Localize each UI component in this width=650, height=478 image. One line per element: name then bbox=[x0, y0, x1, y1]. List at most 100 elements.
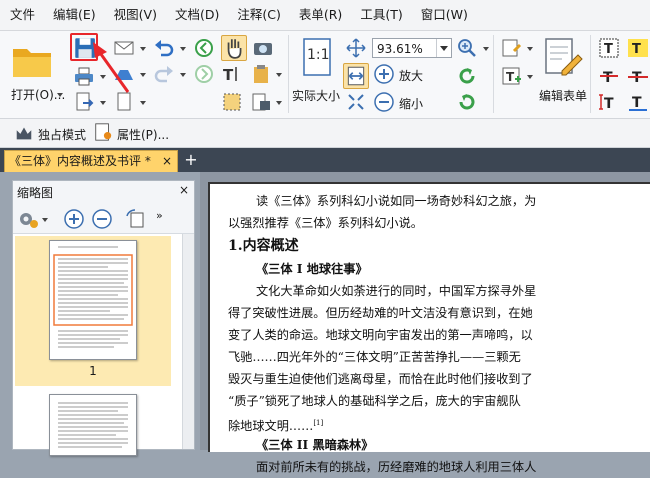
thumbnail-page-1[interactable]: 1 bbox=[15, 236, 171, 386]
edit-form-icon bbox=[545, 38, 583, 76]
zoom-in-button[interactable] bbox=[373, 63, 395, 85]
thumb-zoom-out-button[interactable] bbox=[91, 208, 113, 230]
page-thumbnail-image bbox=[49, 240, 137, 360]
form-field-dropdown-caret[interactable] bbox=[527, 47, 533, 51]
magnifier-icon bbox=[458, 39, 476, 57]
menu-document[interactable]: 文档(D) bbox=[166, 0, 228, 30]
rotate-left-button[interactable] bbox=[456, 65, 478, 87]
undo-dropdown-caret[interactable] bbox=[180, 47, 186, 51]
select-area-button[interactable] bbox=[221, 91, 243, 113]
panel-close-icon[interactable]: × bbox=[179, 183, 189, 197]
export-dropdown-caret[interactable] bbox=[100, 101, 106, 105]
menu-tools[interactable]: 工具(T) bbox=[351, 0, 411, 30]
thumbnail-options-button[interactable] bbox=[17, 208, 39, 230]
intro-line-2: 以强烈推荐《三体》系列科幻小说。 bbox=[228, 216, 423, 230]
undo-button[interactable] bbox=[153, 37, 175, 59]
prev-view-button[interactable] bbox=[193, 37, 215, 59]
print-button[interactable] bbox=[73, 65, 95, 87]
email-dropdown-caret[interactable] bbox=[140, 47, 146, 51]
zoom-select[interactable]: 93.61% bbox=[372, 38, 452, 58]
properties-label[interactable]: 属性(P)... bbox=[117, 126, 169, 143]
footnote-marker[interactable]: [1] bbox=[313, 419, 323, 427]
highlight-button[interactable]: T bbox=[626, 37, 648, 59]
new-tab-button[interactable]: + bbox=[182, 151, 200, 169]
zoom-in-label[interactable]: 放大 bbox=[399, 67, 423, 84]
form-field-button[interactable] bbox=[500, 37, 522, 59]
edit-form-button[interactable] bbox=[540, 35, 584, 79]
open-dropdown-caret[interactable] bbox=[57, 93, 63, 97]
snapshot-button[interactable] bbox=[252, 37, 274, 59]
properties-button[interactable] bbox=[93, 122, 113, 142]
document-tab[interactable]: 《三体》内容概述及书评 * × bbox=[4, 150, 178, 172]
actual-size-button[interactable]: 1:1 bbox=[300, 37, 336, 81]
document-tab-bar: 《三体》内容概述及书评 * × + bbox=[0, 148, 650, 172]
camera-icon bbox=[254, 43, 272, 55]
page-dropdown-caret[interactable] bbox=[140, 101, 146, 105]
page-icon bbox=[117, 92, 131, 111]
strikeout-button[interactable]: T bbox=[598, 65, 620, 87]
clipboard-button[interactable] bbox=[250, 63, 272, 85]
strikethrough-icon: T bbox=[628, 70, 648, 86]
text-field-dropdown-caret[interactable] bbox=[527, 75, 533, 79]
body-1-line-6: “质子”锁死了地球人的基础科学之后，庞大的宇宙舰队 bbox=[228, 394, 521, 408]
replace-text-button[interactable]: T bbox=[598, 91, 620, 113]
chevron-down-icon[interactable] bbox=[436, 39, 451, 57]
menu-form[interactable]: 表单(R) bbox=[290, 0, 351, 30]
strikethrough-button[interactable]: T bbox=[626, 65, 648, 87]
typewriter-icon bbox=[252, 93, 270, 111]
export-button[interactable] bbox=[73, 91, 95, 113]
body-1-line-7-text: 除地球文明…… bbox=[228, 419, 314, 434]
fit-width-button[interactable] bbox=[343, 63, 369, 89]
select-text-button[interactable]: T bbox=[221, 63, 243, 85]
fit-visible-button[interactable] bbox=[345, 91, 367, 113]
section-heading: 1.内容概述 bbox=[228, 238, 299, 254]
thumb-rotate-button[interactable] bbox=[125, 208, 147, 230]
typewriter-button[interactable] bbox=[250, 91, 272, 113]
print-dropdown-caret[interactable] bbox=[100, 75, 106, 79]
rotate-right-button[interactable] bbox=[456, 91, 478, 113]
svg-text:T: T bbox=[632, 42, 641, 57]
email-button[interactable] bbox=[113, 37, 135, 59]
more-chevron-icon[interactable]: » bbox=[156, 209, 163, 222]
highlight-text-icon: T bbox=[628, 39, 648, 57]
clipboard-dropdown-caret[interactable] bbox=[276, 73, 282, 77]
page-button[interactable] bbox=[113, 91, 135, 113]
menu-comment[interactable]: 注释(C) bbox=[228, 0, 289, 30]
redo-button[interactable] bbox=[153, 63, 175, 85]
magnifier-dropdown-caret[interactable] bbox=[483, 47, 489, 51]
magnifier-button[interactable] bbox=[456, 37, 478, 59]
typewriter-dropdown-caret[interactable] bbox=[276, 101, 282, 105]
thumbnail-text-lines bbox=[53, 246, 133, 348]
insert-text-button[interactable]: T bbox=[598, 37, 620, 59]
text-field-button[interactable]: T bbox=[500, 65, 522, 87]
page-thumbnail-image-2[interactable] bbox=[49, 394, 137, 456]
options-dropdown-caret[interactable] bbox=[42, 218, 48, 222]
document-tab-title: 《三体》内容概述及书评 * bbox=[9, 154, 151, 168]
menu-view[interactable]: 视图(V) bbox=[105, 0, 166, 30]
open-button[interactable] bbox=[10, 39, 54, 83]
save-button[interactable] bbox=[70, 33, 98, 61]
redo-dropdown-caret[interactable] bbox=[180, 73, 186, 77]
tab-close-icon[interactable]: × bbox=[162, 151, 172, 171]
next-view-button[interactable] bbox=[193, 63, 215, 85]
actual-size-label[interactable]: 实际大小 bbox=[292, 87, 340, 104]
underline-button[interactable]: T bbox=[626, 91, 648, 113]
cloud-button[interactable] bbox=[113, 63, 135, 85]
menu-file[interactable]: 文件 bbox=[0, 0, 44, 30]
thumbnail-scrollbar[interactable] bbox=[182, 234, 194, 449]
exclusive-mode-label[interactable]: 独占模式 bbox=[38, 126, 86, 143]
menu-window[interactable]: 窗口(W) bbox=[412, 0, 477, 30]
exclusive-mode-button[interactable] bbox=[14, 123, 34, 143]
zoom-out-button[interactable] bbox=[373, 91, 395, 113]
hand-tool-button[interactable] bbox=[221, 35, 247, 61]
thumb-zoom-in-button[interactable] bbox=[63, 208, 85, 230]
svg-text:T: T bbox=[604, 96, 614, 112]
edit-form-label[interactable]: 编辑表单 bbox=[539, 87, 587, 104]
menu-edit[interactable]: 编辑(E) bbox=[44, 0, 105, 30]
arrow-right-circle-icon bbox=[195, 65, 213, 83]
actual-size-icon-text: 1:1 bbox=[307, 47, 330, 63]
fit-page-button[interactable] bbox=[345, 37, 367, 59]
ribbon-toolbar: 打开(O)... T 1:1 实际大小 93.61% 放大 缩小 T 编辑表单 … bbox=[0, 31, 650, 119]
cloud-dropdown-caret[interactable] bbox=[140, 73, 146, 77]
zoom-out-label[interactable]: 缩小 bbox=[399, 95, 423, 112]
